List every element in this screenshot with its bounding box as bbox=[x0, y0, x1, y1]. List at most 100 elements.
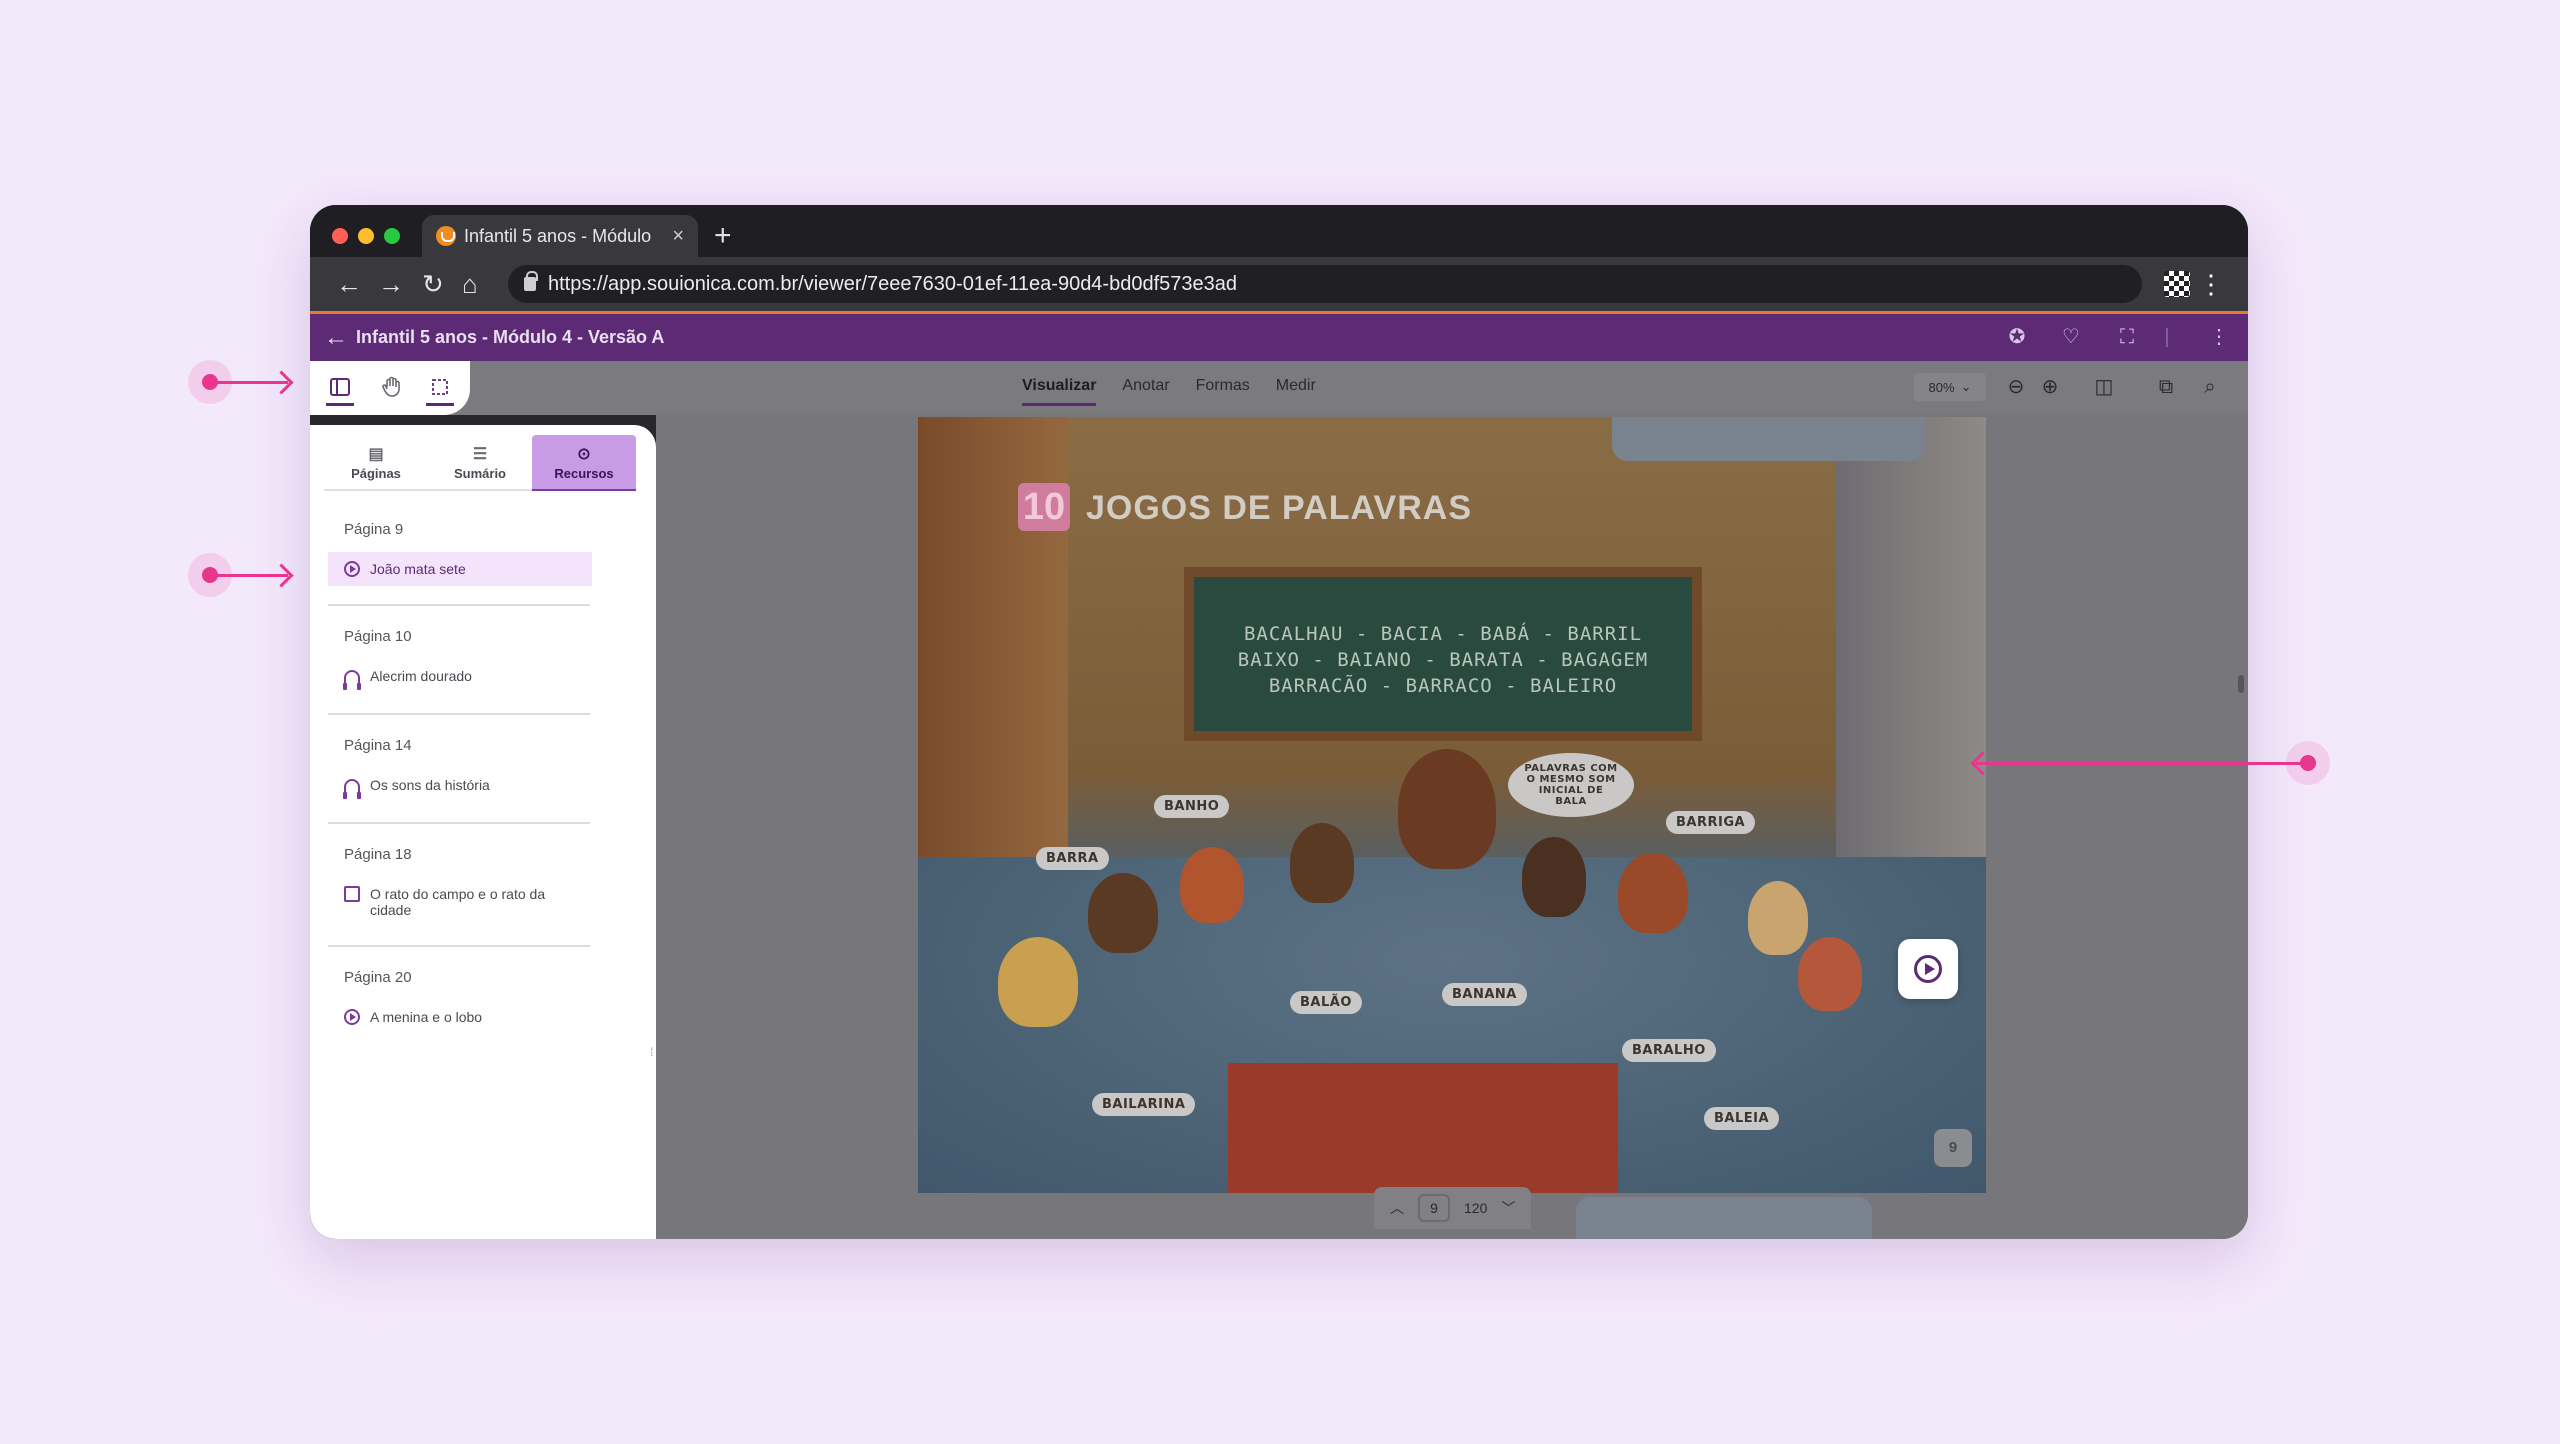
speech-bubble: BALÃO bbox=[1290, 991, 1362, 1014]
divider: | bbox=[2164, 326, 2170, 348]
tab-medir[interactable]: Medir bbox=[1276, 377, 1316, 406]
extension-icon[interactable] bbox=[2164, 271, 2190, 297]
printed-page-number: 9 bbox=[1934, 1129, 1972, 1167]
reload-icon[interactable]: ↻ bbox=[422, 269, 444, 299]
tab-visualizar[interactable]: Visualizar bbox=[1022, 377, 1097, 406]
chevron-up-icon[interactable]: ︿ bbox=[1390, 1198, 1404, 1218]
window-icon[interactable]: ⧉ bbox=[2154, 375, 2178, 399]
tab-label: Páginas bbox=[351, 465, 401, 481]
back-arrow-icon[interactable]: ← bbox=[336, 269, 362, 299]
browser-tab[interactable]: Infantil 5 anos - Módulo × bbox=[422, 215, 698, 257]
group-page-label: Página 18 bbox=[344, 846, 412, 863]
sidebar-resize-handle[interactable]: ⁞ bbox=[650, 1045, 653, 1059]
page-bottom-icon-strip bbox=[1576, 1197, 1872, 1239]
resource-label: Alecrim dourado bbox=[370, 668, 472, 684]
resource-group: Página 10 Alecrim dourado bbox=[328, 628, 590, 715]
speech-bubble: BAILARINA bbox=[1092, 1093, 1196, 1116]
page-icon-strip bbox=[1612, 417, 1924, 461]
select-indicator bbox=[426, 403, 454, 406]
tab-title: Infantil 5 anos - Módulo bbox=[464, 225, 652, 246]
accessibility-icon[interactable]: ✪ bbox=[2006, 326, 2028, 348]
tab-close-icon[interactable]: × bbox=[672, 225, 684, 248]
home-icon[interactable]: ⌂ bbox=[462, 269, 478, 299]
site-favicon-icon bbox=[436, 226, 456, 246]
browser-window: Infantil 5 anos - Módulo × + ← → ↻ ⌂ htt… bbox=[310, 205, 2248, 1239]
browser-menu-icon[interactable]: ⋮ bbox=[2198, 269, 2224, 300]
browser-nav-bar: ← → ↻ ⌂ https://app.souionica.com.br/vie… bbox=[310, 257, 2248, 311]
url-text: https://app.souionica.com.br/viewer/7eee… bbox=[548, 272, 1238, 295]
speech-bubble: BARALHO bbox=[1622, 1039, 1716, 1062]
hand-pan-icon[interactable] bbox=[380, 375, 404, 399]
child-figure bbox=[1088, 873, 1158, 953]
tab-label: Sumário bbox=[453, 465, 506, 481]
annotation-arrow bbox=[210, 381, 288, 384]
lock-icon bbox=[524, 271, 538, 291]
page-illustration-wall-right bbox=[1836, 417, 1986, 917]
child-figure bbox=[1798, 937, 1862, 1011]
resource-group: Página 18 O rato do campo e o rato da ci… bbox=[328, 846, 590, 947]
chevron-down-icon: ⌄ bbox=[1960, 379, 1972, 394]
tab-label: Recursos bbox=[554, 465, 614, 481]
resource-label: A menina e o lobo bbox=[370, 1009, 483, 1025]
child-figure bbox=[1290, 823, 1354, 903]
forward-arrow-icon[interactable]: → bbox=[378, 269, 404, 299]
current-page-input[interactable]: 9 bbox=[1418, 1194, 1450, 1222]
group-page-label: Página 10 bbox=[344, 628, 412, 645]
page-navigator: ︿ 9 120 ﹀ bbox=[1374, 1187, 1532, 1229]
back-icon[interactable]: ← bbox=[324, 324, 348, 352]
resource-item[interactable]: Alecrim dourado bbox=[328, 659, 590, 695]
maximize-window-dot[interactable] bbox=[384, 228, 400, 244]
play-circle-icon bbox=[344, 1009, 360, 1025]
chevron-down-icon[interactable]: ﹀ bbox=[1501, 1198, 1515, 1218]
tab-anotar[interactable]: Anotar bbox=[1122, 377, 1169, 406]
resource-group: Página 20 A menina e o lobo bbox=[328, 969, 590, 1052]
resource-item[interactable]: João mata sete bbox=[328, 552, 592, 586]
play-circle-icon bbox=[344, 561, 360, 577]
resource-label: Os sons da história bbox=[370, 777, 490, 793]
search-icon[interactable]: ⌕ bbox=[2198, 375, 2222, 399]
resource-item[interactable]: Os sons da história bbox=[328, 768, 590, 804]
tab-formas[interactable]: Formas bbox=[1196, 377, 1250, 406]
speech-bubble: BARRA bbox=[1036, 847, 1109, 870]
resource-play-button[interactable] bbox=[1898, 939, 1958, 999]
group-page-label: Página 14 bbox=[344, 737, 412, 754]
page-title: Infantil 5 anos - Módulo 4 - Versão A bbox=[356, 327, 665, 347]
select-area-icon[interactable] bbox=[428, 375, 452, 399]
sidebar-toggle-icon[interactable] bbox=[328, 375, 352, 399]
app-menu-icon[interactable]: ⋮ bbox=[2208, 326, 2230, 348]
close-window-dot[interactable] bbox=[332, 228, 348, 244]
headphones-icon bbox=[343, 670, 361, 690]
play-circle-icon bbox=[1914, 955, 1942, 983]
active-indicator bbox=[326, 403, 354, 406]
child-figure bbox=[1398, 749, 1496, 869]
tab-sumario[interactable]: ☰ Sumário bbox=[428, 435, 532, 491]
zoom-in-icon[interactable]: ⊕ bbox=[2038, 375, 2062, 399]
zoom-select[interactable]: 80% ⌄ bbox=[1914, 373, 1986, 401]
scrollbar-thumb[interactable] bbox=[2238, 675, 2244, 693]
toolbar-left-group bbox=[310, 361, 470, 415]
mode-tabs: Visualizar Anotar Formas Medir bbox=[1022, 377, 1316, 406]
chalkboard: BACALHAU - BACIA - BABÁ - BARRIL BAIXO -… bbox=[1184, 567, 1702, 741]
new-tab-button[interactable]: + bbox=[714, 219, 732, 253]
tab-recursos[interactable]: ⊙ Recursos bbox=[532, 435, 636, 491]
resource-item[interactable]: A menina e o lobo bbox=[328, 1000, 590, 1034]
speech-bubble: BANANA bbox=[1442, 983, 1527, 1006]
minimize-window-dot[interactable] bbox=[358, 228, 374, 244]
speech-bubble: BARRIGA bbox=[1666, 811, 1756, 834]
viewer-content: 10 JOGOS DE PALAVRAS BACALHAU - BACIA - … bbox=[656, 415, 2248, 1239]
child-figure bbox=[998, 937, 1078, 1027]
favorite-heart-icon[interactable]: ♡ bbox=[2060, 326, 2082, 348]
address-bar[interactable]: https://app.souionica.com.br/viewer/7eee… bbox=[508, 265, 2142, 303]
resource-group: Página 9 João mata sete bbox=[328, 521, 592, 606]
fullscreen-icon[interactable]: ⛶ bbox=[2116, 326, 2138, 348]
tab-paginas[interactable]: ▤ Páginas bbox=[324, 435, 428, 491]
two-page-view-icon[interactable]: ◫ bbox=[2092, 375, 2116, 399]
resource-list: Página 9 João mata sete Página 10 Alecri… bbox=[328, 521, 592, 1074]
list-icon: ☰ bbox=[472, 445, 488, 463]
board-line: BAIXO - BAIANO - BARATA - BAGAGEM bbox=[1237, 649, 1649, 671]
resource-item[interactable]: O rato do campo e o rato da cidade bbox=[328, 877, 590, 927]
resource-label: João mata sete bbox=[370, 561, 466, 577]
zoom-out-icon[interactable]: ⊖ bbox=[2004, 375, 2028, 399]
annotation-arrow bbox=[1976, 762, 2306, 765]
sidebar-tabs: ▤ Páginas ☰ Sumário ⊙ Recursos bbox=[324, 435, 636, 491]
